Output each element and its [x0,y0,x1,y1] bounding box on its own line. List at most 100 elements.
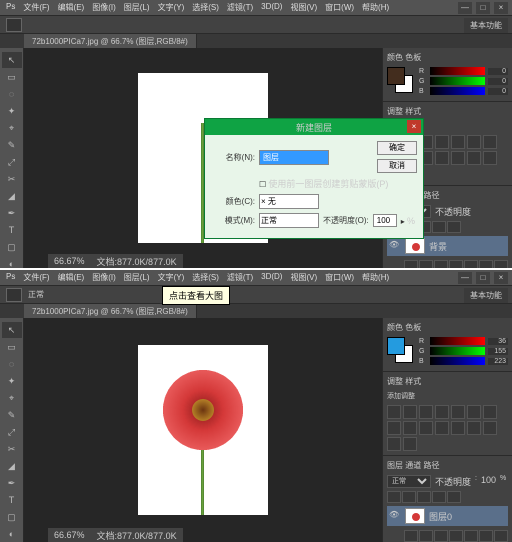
adjustment-4[interactable] [451,135,465,149]
lock-btn-4[interactable] [447,491,461,503]
menu-file[interactable]: 文件(F) [23,2,49,13]
adjustment-12[interactable] [467,151,481,165]
tool-12[interactable]: ◐ [2,526,22,542]
canvas-area[interactable]: 66.67% 文档:877.0K/877.0K [24,318,382,542]
menu-view[interactable]: 视图(V) [290,272,317,283]
lock-btn-4[interactable] [447,221,461,233]
tool-5[interactable]: ✎ [2,137,22,153]
zoom-level[interactable]: 66.67% [54,530,85,540]
layer-action-2[interactable] [434,530,448,542]
minimize-button[interactable]: — [458,2,472,14]
adjustment-5[interactable] [467,405,481,419]
tool-3[interactable]: ✦ [2,103,22,119]
color-select[interactable]: × 无 [259,194,319,209]
layer-action-0[interactable] [404,530,418,542]
name-input[interactable]: 图层 [259,150,329,165]
adjustment-11[interactable] [451,151,465,165]
tool-preset[interactable] [6,288,22,302]
tool-1[interactable]: ▭ [2,339,22,355]
layer-thumb[interactable] [405,238,425,254]
adjustment-2[interactable] [419,405,433,419]
menu-window[interactable]: 窗口(W) [325,272,354,283]
tool-4[interactable]: ⌖ [2,390,22,406]
tool-5[interactable]: ✎ [2,407,22,423]
menu-edit[interactable]: 编辑(E) [58,272,85,283]
adjust-title[interactable]: 调整 样式 [387,106,508,117]
mode-select[interactable]: 正常 [259,213,319,228]
menu-layer[interactable]: 图层(L) [124,2,150,13]
workspace-switcher[interactable]: 基本功能 [464,18,508,33]
tool-7[interactable]: ✂ [2,171,22,187]
tool-11[interactable]: ▢ [2,239,22,255]
layer-name[interactable]: 图层0 [429,510,452,523]
adjust-title[interactable]: 调整 样式 [387,376,508,387]
tool-4[interactable]: ⌖ [2,120,22,136]
g-slider[interactable] [430,347,485,355]
adjustment-6[interactable] [483,135,497,149]
tool-0[interactable]: ↖ [2,322,22,338]
menu-type[interactable]: 文字(Y) [158,272,185,283]
minimize-button[interactable]: — [458,272,472,284]
opacity-input[interactable]: 100 [373,214,397,227]
tool-9[interactable]: ✒ [2,475,22,491]
tool-2[interactable]: ◌ [2,86,22,102]
layer-thumb[interactable] [405,508,425,524]
fg-bg-swatch[interactable] [387,337,415,365]
tool-8[interactable]: ◢ [2,458,22,474]
dialog-close-button[interactable]: × [407,120,421,133]
tool-8[interactable]: ◢ [2,188,22,204]
fg-bg-swatch[interactable] [387,67,415,95]
adjustment-9[interactable] [419,421,433,435]
lock-btn-0[interactable] [387,491,401,503]
layer-name[interactable]: 背景 [429,240,447,253]
menu-view[interactable]: 视图(V) [290,2,317,13]
dialog-titlebar[interactable]: 新建图层 × [205,119,423,135]
document-tab[interactable]: 72b1000PICa7.jpg @ 66.7% (图层,RGB/8#) [24,304,197,318]
color-panel-title[interactable]: 颜色 色板 [387,52,508,63]
r-slider[interactable] [430,67,485,75]
close-button[interactable]: × [494,272,508,284]
menu-select[interactable]: 选择(S) [192,272,219,283]
adjustment-4[interactable] [451,405,465,419]
adjustment-10[interactable] [435,421,449,435]
r-slider[interactable] [430,337,485,345]
menu-image[interactable]: 图像(I) [92,272,116,283]
layer-action-2[interactable] [434,260,448,268]
lock-btn-2[interactable] [417,491,431,503]
tool-9[interactable]: ✒ [2,205,22,221]
adjustment-10[interactable] [435,151,449,165]
tool-6[interactable]: ⤢ [2,424,22,440]
adjustment-11[interactable] [451,421,465,435]
tool-6[interactable]: ⤢ [2,154,22,170]
adjustment-12[interactable] [467,421,481,435]
b-slider[interactable] [430,87,485,95]
menu-filter[interactable]: 滤镜(T) [227,2,253,13]
layer-action-0[interactable] [404,260,418,268]
menu-3d[interactable]: 3D(D) [261,2,282,13]
tool-7[interactable]: ✂ [2,441,22,457]
visibility-icon[interactable]: 👁 [389,510,401,522]
layer-action-5[interactable] [479,530,493,542]
tool-0[interactable]: ↖ [2,52,22,68]
layer-action-3[interactable] [449,260,463,268]
menu-type[interactable]: 文字(Y) [158,2,185,13]
adjustment-13[interactable] [483,151,497,165]
menu-help[interactable]: 帮助(H) [362,272,389,283]
tool-3[interactable]: ✦ [2,373,22,389]
cancel-button[interactable]: 取消 [377,159,417,173]
layer-action-1[interactable] [419,260,433,268]
tool-11[interactable]: ▢ [2,509,22,525]
menu-help[interactable]: 帮助(H) [362,2,389,13]
lock-btn-1[interactable] [402,491,416,503]
blend-mode[interactable]: 正常 [387,475,431,488]
adjustment-7[interactable] [387,421,401,435]
adjustment-3[interactable] [435,135,449,149]
tool-2[interactable]: ◌ [2,356,22,372]
adjustment-15[interactable] [403,437,417,451]
layer-action-4[interactable] [464,260,478,268]
clip-checkbox[interactable]: ☐ 使用前一图层创建剪贴蒙版(P) [259,177,388,190]
menu-select[interactable]: 选择(S) [192,2,219,13]
tool-10[interactable]: T [2,222,22,238]
menu-edit[interactable]: 编辑(E) [58,2,85,13]
adjustment-5[interactable] [467,135,481,149]
